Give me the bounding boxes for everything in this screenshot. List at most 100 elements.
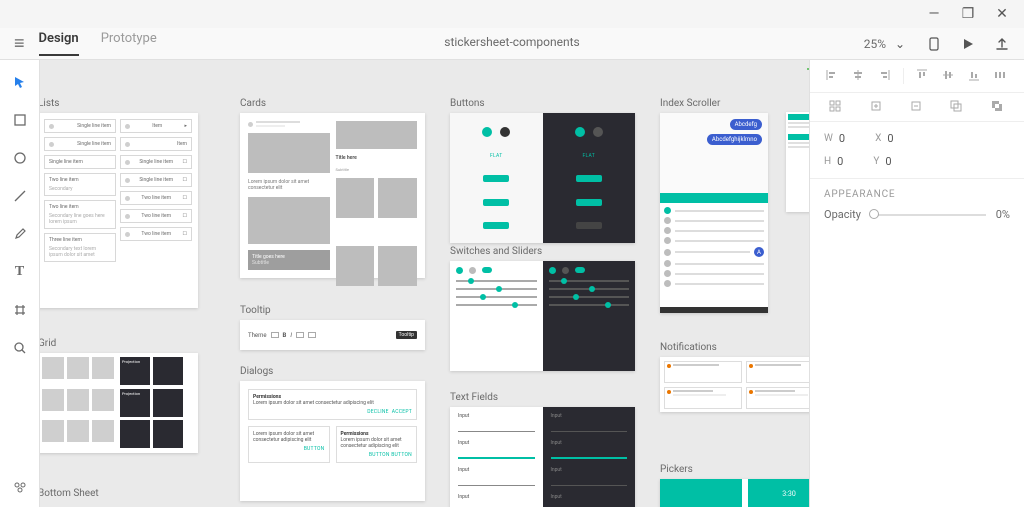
- tab-prototype[interactable]: Prototype: [101, 31, 157, 56]
- list-text: Single line item: [77, 123, 111, 129]
- tooltip-text: Theme: [248, 332, 267, 339]
- dialog-button: BUTTON: [369, 452, 390, 458]
- repeat-grid-icon[interactable]: [828, 99, 844, 115]
- x-input[interactable]: 0: [887, 132, 893, 145]
- artboard-cards[interactable]: Lorem ipsum dolor sit amet consectetur e…: [240, 113, 425, 278]
- x-label: X: [875, 133, 881, 144]
- chat-bubble: Abcdefg: [730, 119, 762, 130]
- hamburger-menu-icon[interactable]: ≡: [0, 33, 39, 54]
- artboard-notifications[interactable]: [660, 357, 809, 412]
- tool-line[interactable]: [10, 186, 30, 206]
- card-body: Lorem ipsum dolor sit amet consectetur e…: [248, 179, 330, 191]
- artboard-text-fields[interactable]: InputInputInputInput InputInputInputInpu…: [450, 407, 635, 507]
- group-label-bottom-sheet: Bottom Sheet: [40, 488, 99, 499]
- intersect-icon[interactable]: [949, 99, 965, 115]
- align-center-h-icon[interactable]: [851, 68, 867, 84]
- list-text: Single line item: [49, 159, 83, 165]
- tool-ellipse[interactable]: [10, 148, 30, 168]
- add-icon[interactable]: [869, 99, 885, 115]
- group-label-notifications: Notifications: [660, 342, 809, 353]
- group-label-cards: Cards: [240, 98, 425, 109]
- list-text: Single line item: [77, 141, 111, 147]
- align-bottom-icon[interactable]: [967, 68, 983, 84]
- tool-zoom[interactable]: [10, 338, 30, 358]
- y-input[interactable]: 0: [885, 155, 891, 168]
- appearance-section-title: APPEARANCE: [810, 179, 1024, 204]
- app-bar: ≡ Design Prototype stickersheet-componen…: [0, 28, 1024, 60]
- restore-button[interactable]: ❐: [960, 6, 976, 22]
- align-right-icon[interactable]: [877, 68, 893, 84]
- grid-tile: Projection: [120, 389, 150, 417]
- artboard-clipped[interactable]: [786, 112, 809, 212]
- group-label-index: Index Scroller: [660, 98, 768, 109]
- tools-panel: T: [0, 60, 40, 507]
- card-subtitle: Subtitle: [252, 260, 326, 266]
- tool-text[interactable]: T: [10, 262, 30, 282]
- tool-assets[interactable]: [10, 477, 30, 497]
- group-label-buttons: Buttons: [450, 98, 635, 109]
- tool-select[interactable]: [10, 72, 30, 92]
- minimize-button[interactable]: —: [926, 6, 942, 22]
- list-text: Two line item: [49, 204, 79, 210]
- index-letter: A: [754, 247, 764, 257]
- dialog-button: BUTTON: [391, 452, 412, 458]
- group-label-grid: Grid: [40, 338, 198, 349]
- opacity-label: Opacity: [824, 208, 861, 221]
- card-small-title: Title here: [336, 155, 418, 161]
- grid-tile: Projection: [120, 357, 150, 385]
- zoom-dropdown[interactable]: 25% ⌄: [864, 36, 908, 52]
- dialog-body: Lorem ipsum dolor sit amet consectetur a…: [253, 400, 412, 406]
- list-text: Two line item: [141, 195, 171, 201]
- design-canvas[interactable]: Lists Single line item Single line item …: [40, 60, 809, 507]
- artboard-pickers[interactable]: 3:30: [660, 479, 809, 507]
- width-input[interactable]: 0: [839, 132, 845, 145]
- y-label: Y: [873, 156, 879, 167]
- picker-time: 3:30: [748, 479, 809, 507]
- dialog-body: Lorem ipsum dolor sit amet consectetur a…: [341, 437, 413, 449]
- list-text: Two line item: [141, 231, 171, 237]
- group-label-text-fields: Text Fields: [450, 392, 635, 403]
- dialog-decline: DECLINE: [367, 409, 389, 415]
- properties-panel: W0 X0 H0 Y0 APPEARANCE Opacity 0%: [809, 60, 1024, 507]
- align-top-icon[interactable]: [915, 68, 931, 84]
- align-center-v-icon[interactable]: [941, 68, 957, 84]
- list-text: Two line item: [141, 213, 171, 219]
- tool-rectangle[interactable]: [10, 110, 30, 130]
- artboard-switches[interactable]: [450, 261, 635, 371]
- artboard-index-scroller[interactable]: Abcdefg Abcdefghijklmno A: [660, 113, 768, 313]
- chat-bubble: Abcdefghijklmno: [707, 134, 762, 145]
- group-label-dialogs: Dialogs: [240, 366, 425, 377]
- device-preview-icon[interactable]: [926, 36, 942, 52]
- exclude-icon[interactable]: [990, 99, 1006, 115]
- artboard-tooltip[interactable]: Theme BI Tooltip: [240, 320, 425, 350]
- align-left-icon[interactable]: [825, 68, 841, 84]
- play-preview-icon[interactable]: [960, 36, 976, 52]
- list-text: Single line item: [139, 177, 173, 183]
- width-label: W: [824, 133, 833, 144]
- distribute-icon[interactable]: [993, 68, 1009, 84]
- zoom-value: 25%: [864, 37, 886, 51]
- height-label: H: [824, 156, 831, 167]
- opacity-slider[interactable]: [871, 214, 986, 216]
- tool-artboard[interactable]: [10, 300, 30, 320]
- height-input[interactable]: 0: [837, 155, 843, 168]
- dialog-body: Lorem ipsum dolor sit amet consectetur a…: [253, 431, 325, 443]
- artboard-lists[interactable]: Single line item Single line item Single…: [40, 113, 198, 308]
- group-label-lists: Lists: [40, 98, 198, 109]
- dialog-accept: ACCEPT: [392, 409, 412, 415]
- selection-indicator: [807, 68, 809, 70]
- document-title: stickersheet-components: [444, 35, 579, 49]
- subtract-icon[interactable]: [909, 99, 925, 115]
- artboard-dialogs[interactable]: Permissions Lorem ipsum dolor sit amet c…: [240, 381, 425, 501]
- list-text: Two line item: [49, 177, 79, 183]
- tool-pen[interactable]: [10, 224, 30, 244]
- chevron-down-icon: ⌄: [892, 36, 908, 52]
- tab-design[interactable]: Design: [39, 31, 79, 56]
- artboard-grid[interactable]: Projection Projection: [40, 353, 198, 453]
- group-label-tooltip: Tooltip: [240, 305, 425, 316]
- group-label-switches: Switches and Sliders: [450, 246, 635, 257]
- share-export-icon[interactable]: [994, 36, 1010, 52]
- close-button[interactable]: ✕: [994, 6, 1010, 22]
- artboard-buttons[interactable]: FLAT FLAT: [450, 113, 635, 243]
- opacity-value[interactable]: 0%: [996, 208, 1010, 221]
